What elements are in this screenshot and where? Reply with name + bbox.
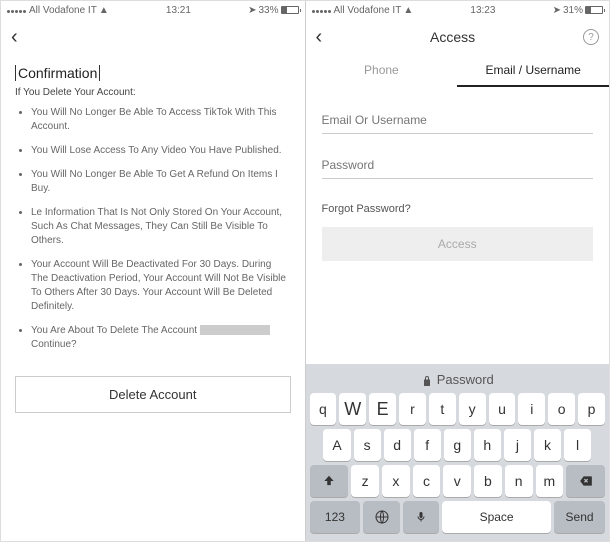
key-y[interactable]: y — [459, 393, 486, 425]
key-b[interactable]: b — [474, 465, 502, 497]
key-f[interactable]: f — [414, 429, 441, 461]
carrier-label: All Vodafone IT — [334, 5, 402, 16]
shift-icon — [322, 474, 336, 488]
wifi-icon: ▲ — [99, 5, 109, 16]
back-button[interactable]: ‹ — [316, 26, 323, 49]
key-space[interactable]: Space — [442, 501, 551, 533]
access-screen: All Vodafone IT ▲ 13:23 ➤ 31% ‹ Access ?… — [306, 1, 610, 541]
globe-icon — [374, 509, 390, 525]
key-m[interactable]: m — [536, 465, 564, 497]
access-button[interactable]: Access — [322, 227, 594, 261]
key-q[interactable]: q — [310, 393, 337, 425]
signal-dots-icon — [7, 5, 27, 16]
tab-phone[interactable]: Phone — [306, 55, 458, 87]
battery-percent: 33% — [258, 5, 278, 16]
key-123[interactable]: 123 — [310, 501, 361, 533]
password-input[interactable] — [322, 152, 594, 179]
header: ‹ Access ? — [306, 19, 610, 55]
key-d[interactable]: d — [384, 429, 411, 461]
redacted-account — [200, 325, 270, 335]
key-mic[interactable] — [403, 501, 439, 533]
backspace-icon — [577, 474, 595, 488]
key-o[interactable]: o — [548, 393, 575, 425]
clock: 13:23 — [413, 5, 552, 16]
key-p[interactable]: p — [578, 393, 605, 425]
list-item: You Will Lose Access To Any Video You Ha… — [31, 144, 291, 158]
signal-dots-icon — [312, 5, 332, 16]
page-title: Confirmation — [15, 65, 100, 81]
email-username-input[interactable] — [322, 107, 594, 134]
key-h[interactable]: h — [474, 429, 501, 461]
header: ‹ — [1, 19, 305, 55]
status-bar: All Vodafone IT ▲ 13:23 ➤ 31% — [306, 1, 610, 19]
location-icon: ➤ — [248, 5, 256, 16]
key-send[interactable]: Send — [554, 501, 605, 533]
keyboard-suggestion[interactable]: Password — [310, 368, 606, 393]
confirmation-list: You Will No Longer Be Able To Access Tik… — [15, 106, 291, 352]
keyboard-row-1: q W E r t y u i o p — [310, 393, 606, 425]
key-v[interactable]: v — [443, 465, 471, 497]
battery-icon — [281, 6, 299, 14]
key-s[interactable]: s — [354, 429, 381, 461]
key-w[interactable]: W — [339, 393, 366, 425]
key-backspace[interactable] — [566, 465, 605, 497]
list-item: Le Information That Is Not Only Stored O… — [31, 206, 291, 248]
tab-email-username[interactable]: Email / Username — [457, 55, 609, 87]
list-item: You Will No Longer Be Able To Get A Refu… — [31, 168, 291, 196]
key-u[interactable]: u — [489, 393, 516, 425]
wifi-icon: ▲ — [403, 5, 413, 16]
key-a[interactable]: A — [323, 429, 350, 461]
keyboard: Password q W E r t y u i o p A s d f g h… — [306, 364, 610, 541]
clock: 13:21 — [109, 5, 248, 16]
key-e[interactable]: E — [369, 393, 396, 425]
login-tabs: Phone Email / Username — [306, 55, 610, 87]
key-n[interactable]: n — [505, 465, 533, 497]
keyboard-row-4: 123 Space Send — [310, 501, 606, 533]
key-c[interactable]: c — [413, 465, 441, 497]
key-z[interactable]: z — [351, 465, 379, 497]
confirmation-content: Confirmation If You Delete Your Account:… — [1, 55, 305, 366]
subtitle: If You Delete Your Account: — [15, 87, 291, 98]
back-button[interactable]: ‹ — [11, 26, 18, 49]
key-globe[interactable] — [363, 501, 399, 533]
keyboard-row-3: z x c v b n m — [310, 465, 606, 497]
key-icon — [421, 375, 433, 387]
header-title: Access — [322, 29, 583, 45]
battery-percent: 31% — [563, 5, 583, 16]
key-t[interactable]: t — [429, 393, 456, 425]
key-l[interactable]: l — [564, 429, 591, 461]
list-item: You Will No Longer Be Able To Access Tik… — [31, 106, 291, 134]
keyboard-row-2: A s d f g h j k l — [310, 429, 606, 461]
status-bar: All Vodafone IT ▲ 13:21 ➤ 33% — [1, 1, 305, 19]
delete-account-button[interactable]: Delete Account — [15, 376, 291, 413]
login-form: Forgot Password? Access — [306, 87, 610, 269]
forgot-password-link[interactable]: Forgot Password? — [322, 203, 594, 215]
key-shift[interactable] — [310, 465, 349, 497]
mic-icon — [415, 509, 427, 525]
list-item: Your Account Will Be Deactivated For 30 … — [31, 258, 291, 314]
list-item: You Are About To Delete The Account Cont… — [31, 324, 291, 352]
key-k[interactable]: k — [534, 429, 561, 461]
carrier-label: All Vodafone IT — [29, 5, 97, 16]
key-r[interactable]: r — [399, 393, 426, 425]
confirmation-screen: All Vodafone IT ▲ 13:21 ➤ 33% ‹ Confirma… — [1, 1, 306, 541]
key-i[interactable]: i — [518, 393, 545, 425]
key-g[interactable]: g — [444, 429, 471, 461]
key-j[interactable]: j — [504, 429, 531, 461]
battery-icon — [585, 6, 603, 14]
help-icon[interactable]: ? — [583, 29, 599, 45]
key-x[interactable]: x — [382, 465, 410, 497]
location-icon: ➤ — [553, 5, 561, 16]
